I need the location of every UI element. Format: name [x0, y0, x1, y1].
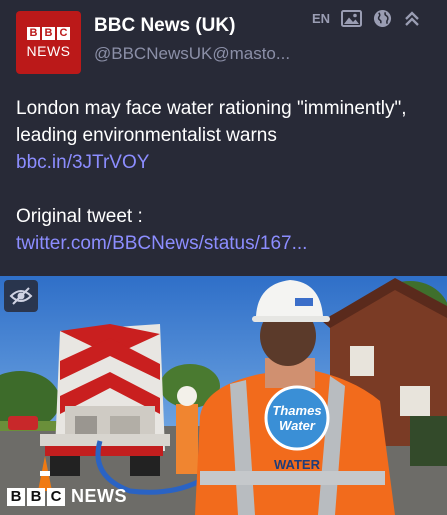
watermark-letter: C	[47, 487, 65, 506]
watermark-letter: B	[27, 487, 45, 506]
collapse-icon[interactable]	[403, 10, 421, 28]
display-name[interactable]: BBC News (UK)	[94, 15, 235, 37]
language-badge: EN	[311, 11, 330, 26]
bbc-letter: C	[57, 26, 70, 40]
globe-icon[interactable]	[373, 9, 392, 28]
eye-slash-icon	[9, 287, 33, 305]
bbc-letter: B	[42, 26, 55, 40]
vest-brand-line2: Water	[279, 418, 316, 433]
image-icon	[341, 10, 362, 27]
vest-word: WATER	[274, 457, 321, 472]
news-photo: Thames Water WATER	[0, 276, 447, 515]
avatar[interactable]: B B C NEWS	[16, 11, 81, 74]
status-icons: EN	[312, 9, 421, 28]
original-tweet-label: Original tweet :	[16, 206, 143, 227]
media-attachment[interactable]: Thames Water WATER B B C NEWS	[0, 276, 447, 515]
toot-card: B B C NEWS BBC News (UK) @BBCNewsUK@mast…	[0, 0, 447, 276]
account-handle[interactable]: @BBCNewsUK@masto...	[94, 44, 309, 64]
avatar-news-word: NEWS	[26, 42, 71, 59]
original-tweet-link[interactable]: twitter.com/BBCNews/status/167...	[16, 233, 307, 254]
bbc-news-watermark: B B C NEWS	[7, 486, 127, 507]
watermark-news-word: NEWS	[71, 486, 127, 506]
bbc-letter: B	[27, 26, 40, 40]
vest-brand-line1: Thames	[272, 403, 321, 418]
article-link[interactable]: bbc.in/3JTrVOY	[16, 152, 149, 173]
hide-media-button[interactable]	[4, 280, 38, 312]
toot-content: London may face water rationing "imminen…	[16, 95, 436, 257]
toot-text: London may face water rationing "imminen…	[16, 98, 407, 146]
watermark-letter: B	[7, 487, 25, 506]
bbc-logo-blocks: B B C	[27, 26, 70, 40]
